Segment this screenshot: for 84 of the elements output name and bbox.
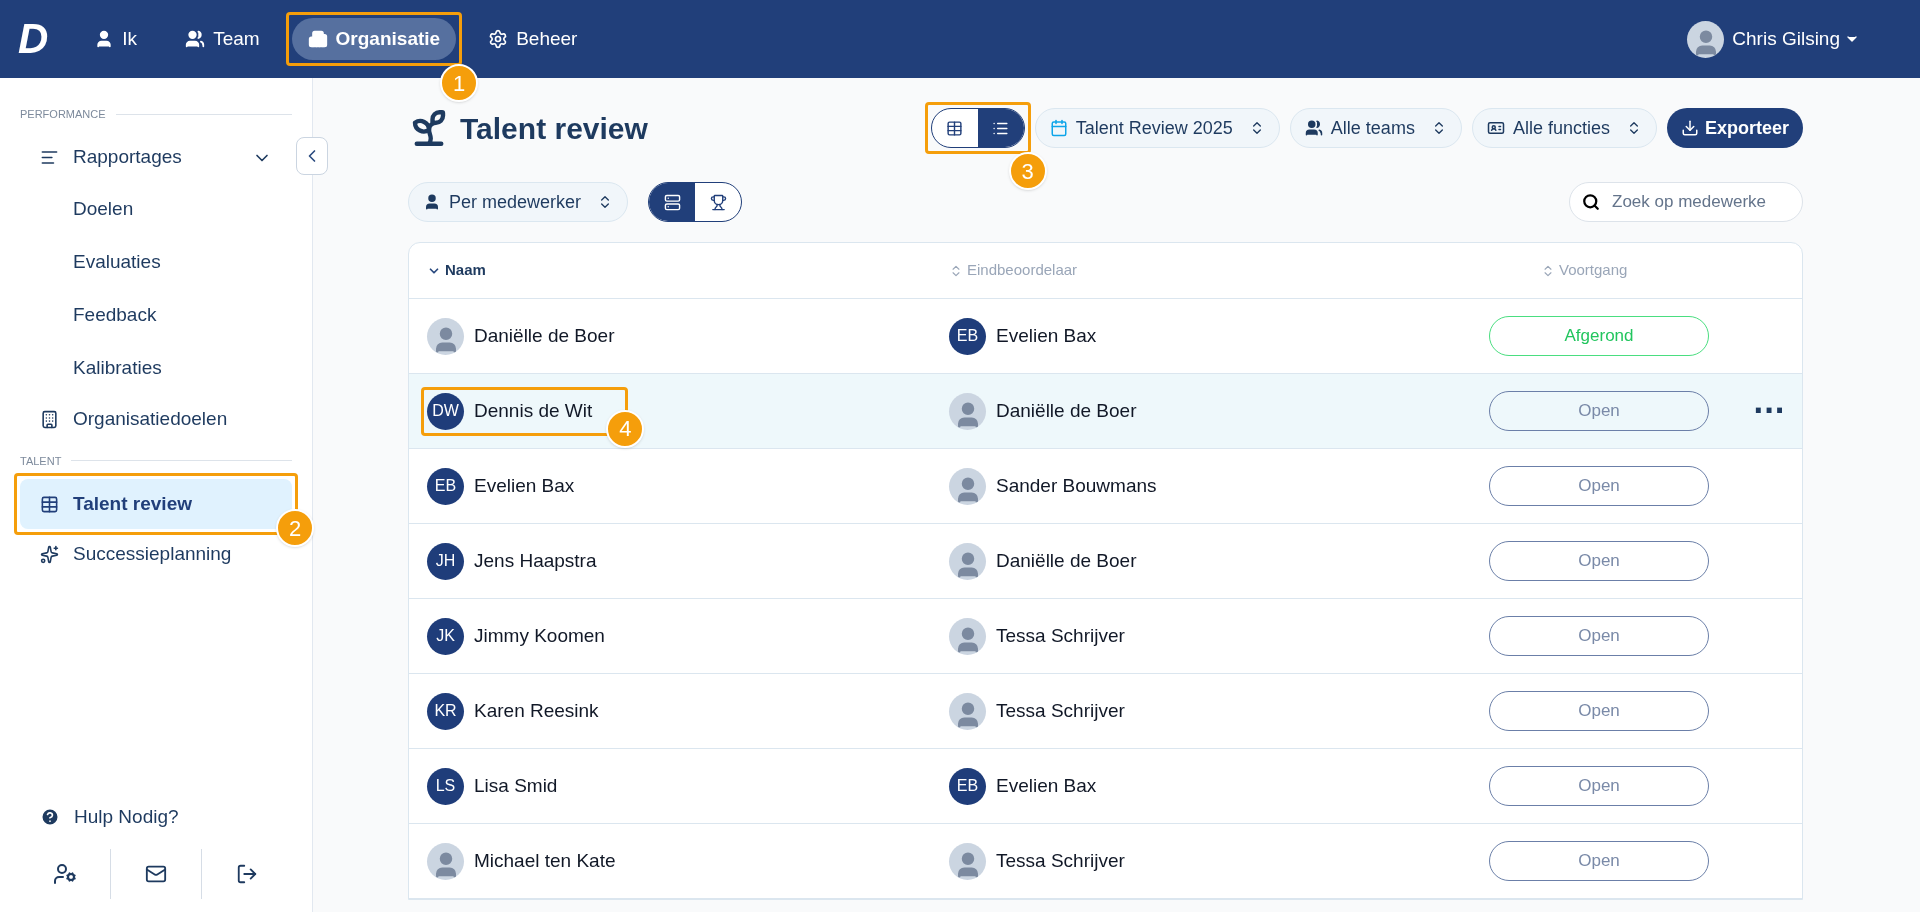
person-silhouette-avatar: [949, 542, 986, 580]
calendar-icon: [1049, 119, 1068, 137]
reviewer-name: Daniëlle de Boer: [996, 398, 1137, 423]
export-button[interactable]: Exporteer: [1666, 108, 1803, 148]
sidebar-subitem[interactable]: Evaluaties: [20, 235, 292, 289]
nav-icon: [307, 29, 328, 49]
step-number-badge: 1: [440, 64, 479, 102]
person-silhouette-avatar: [427, 842, 464, 880]
menu-icon: [40, 148, 59, 167]
menu-icon: [40, 494, 59, 514]
nav-tab[interactable]: Beheer: [472, 18, 594, 60]
users-icon: [1304, 119, 1323, 137]
employee-name: Lisa Smid: [474, 773, 558, 798]
menu-icon: [40, 410, 59, 429]
person-silhouette-avatar: [949, 617, 986, 655]
nav-tab[interactable]: Team: [169, 18, 276, 60]
reviewer-name: Tessa Schrijver: [996, 848, 1125, 873]
reviewer-name: Daniëlle de Boer: [996, 548, 1137, 573]
initials-avatar: EB: [949, 767, 986, 805]
employee-name: Michael ten Kate: [474, 848, 616, 873]
employee-name: Karen Reesink: [474, 698, 599, 723]
step-number-badge: 2: [276, 509, 314, 547]
person-silhouette-avatar: [1687, 20, 1725, 58]
stack-icon: [663, 193, 681, 211]
reviewer-name: Evelien Bax: [996, 773, 1097, 798]
sidebar-item[interactable]: Organisatiedoelen: [20, 394, 292, 445]
filter-select[interactable]: Alle teams: [1289, 108, 1462, 148]
stack-view-button[interactable]: [649, 183, 696, 221]
section-label: PERFORMANCE: [20, 107, 106, 122]
filter-select[interactable]: Alle functies: [1471, 108, 1657, 148]
nav-icon: [185, 29, 206, 49]
menu-icon: [40, 544, 59, 564]
step-number-badge: 4: [606, 409, 645, 448]
initials-avatar: EB: [949, 317, 986, 355]
table-row[interactable]: DW Dennis de Wit 4 Daniëlle de Boer Open ···: [409, 374, 1802, 449]
initials-avatar: DW: [427, 392, 464, 430]
initials-avatar: KR: [427, 692, 464, 730]
filter-select[interactable]: Talent Review 2025: [1034, 108, 1280, 148]
logout-icon: [236, 863, 258, 885]
list-view-button[interactable]: [977, 109, 1024, 147]
sidebar-subitem[interactable]: Doelen: [20, 182, 292, 236]
column-header[interactable]: Naam: [427, 259, 949, 282]
step-number-badge: 3: [1008, 152, 1047, 190]
employee-name: Jens Haapstra: [474, 548, 597, 573]
grid-icon: [946, 119, 964, 137]
initials-avatar: LS: [427, 767, 464, 805]
employee-name: Jimmy Koomen: [474, 623, 605, 648]
download-icon: [1680, 119, 1699, 137]
employee-name: Dennis de Wit: [474, 398, 593, 423]
user-menu-button[interactable]: Chris Gilsing: [1732, 24, 1860, 54]
search-icon: [1582, 193, 1600, 211]
person-silhouette-avatar: [949, 692, 986, 730]
initials-avatar: JH: [427, 542, 464, 580]
person-icon: [423, 193, 441, 211]
initials-avatar: JK: [427, 617, 464, 655]
person-silhouette-avatar: [949, 392, 986, 430]
group-by-select[interactable]: Per medewerker: [408, 182, 629, 222]
user-settings-icon: [53, 862, 77, 886]
reviewer-name: Tessa Schrijver: [996, 623, 1125, 648]
employee-name: Evelien Bax: [474, 473, 575, 498]
person-silhouette-avatar: [949, 467, 986, 505]
reviewer-name: Tessa Schrijver: [996, 698, 1125, 723]
search-field[interactable]: Zoek op medewerke: [1569, 182, 1803, 222]
id-card-icon: [1486, 119, 1505, 137]
sidebar-subitem[interactable]: Kalibraties: [20, 341, 292, 395]
sidebar-subitem[interactable]: Feedback: [20, 288, 292, 342]
nav-icon: [488, 29, 509, 49]
person-silhouette-avatar: [427, 317, 464, 355]
reviewer-name: Sander Bouwmans: [996, 473, 1157, 498]
trophy-icon: [709, 193, 727, 211]
nav-tab[interactable]: Ik: [78, 18, 154, 60]
help-link[interactable]: Hulp Nodig?: [20, 792, 199, 842]
person-silhouette-avatar: [949, 842, 986, 880]
initials-avatar: EB: [427, 467, 464, 505]
app-logo[interactable]: D: [18, 18, 49, 60]
sidebar-item[interactable]: Rapportages: [20, 132, 292, 183]
employee-name: Daniëlle de Boer: [474, 323, 615, 348]
row-menu-button[interactable]: ···: [1749, 397, 1789, 425]
nav-tab[interactable]: Organisatie: [291, 18, 457, 60]
mail-icon: [145, 863, 167, 885]
page-title: Talent review: [460, 110, 648, 147]
section-label: TALENT: [20, 453, 62, 469]
help-icon: [40, 807, 60, 827]
reviewer-name: Evelien Bax: [996, 323, 1097, 348]
